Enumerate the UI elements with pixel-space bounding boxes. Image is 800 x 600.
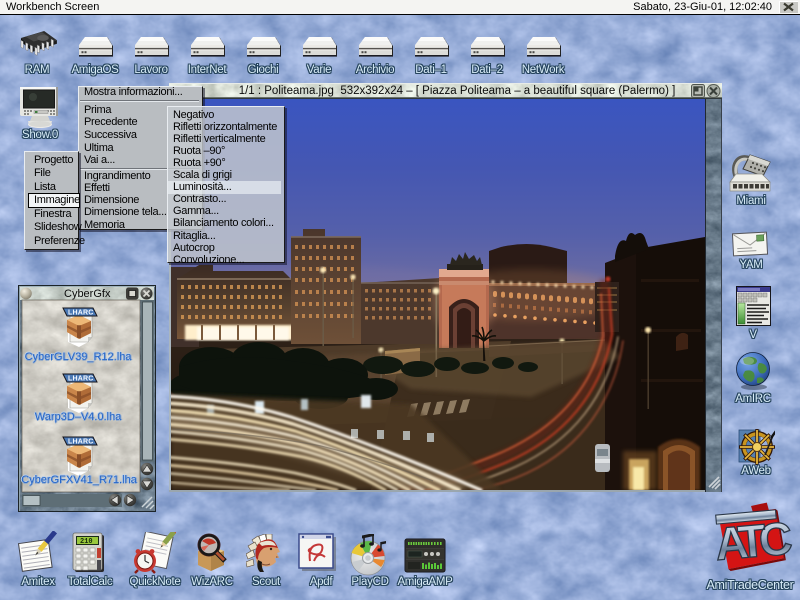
svg-text:CyberGfx: CyberGfx [64, 288, 111, 300]
svg-text:210: 210 [80, 538, 93, 546]
